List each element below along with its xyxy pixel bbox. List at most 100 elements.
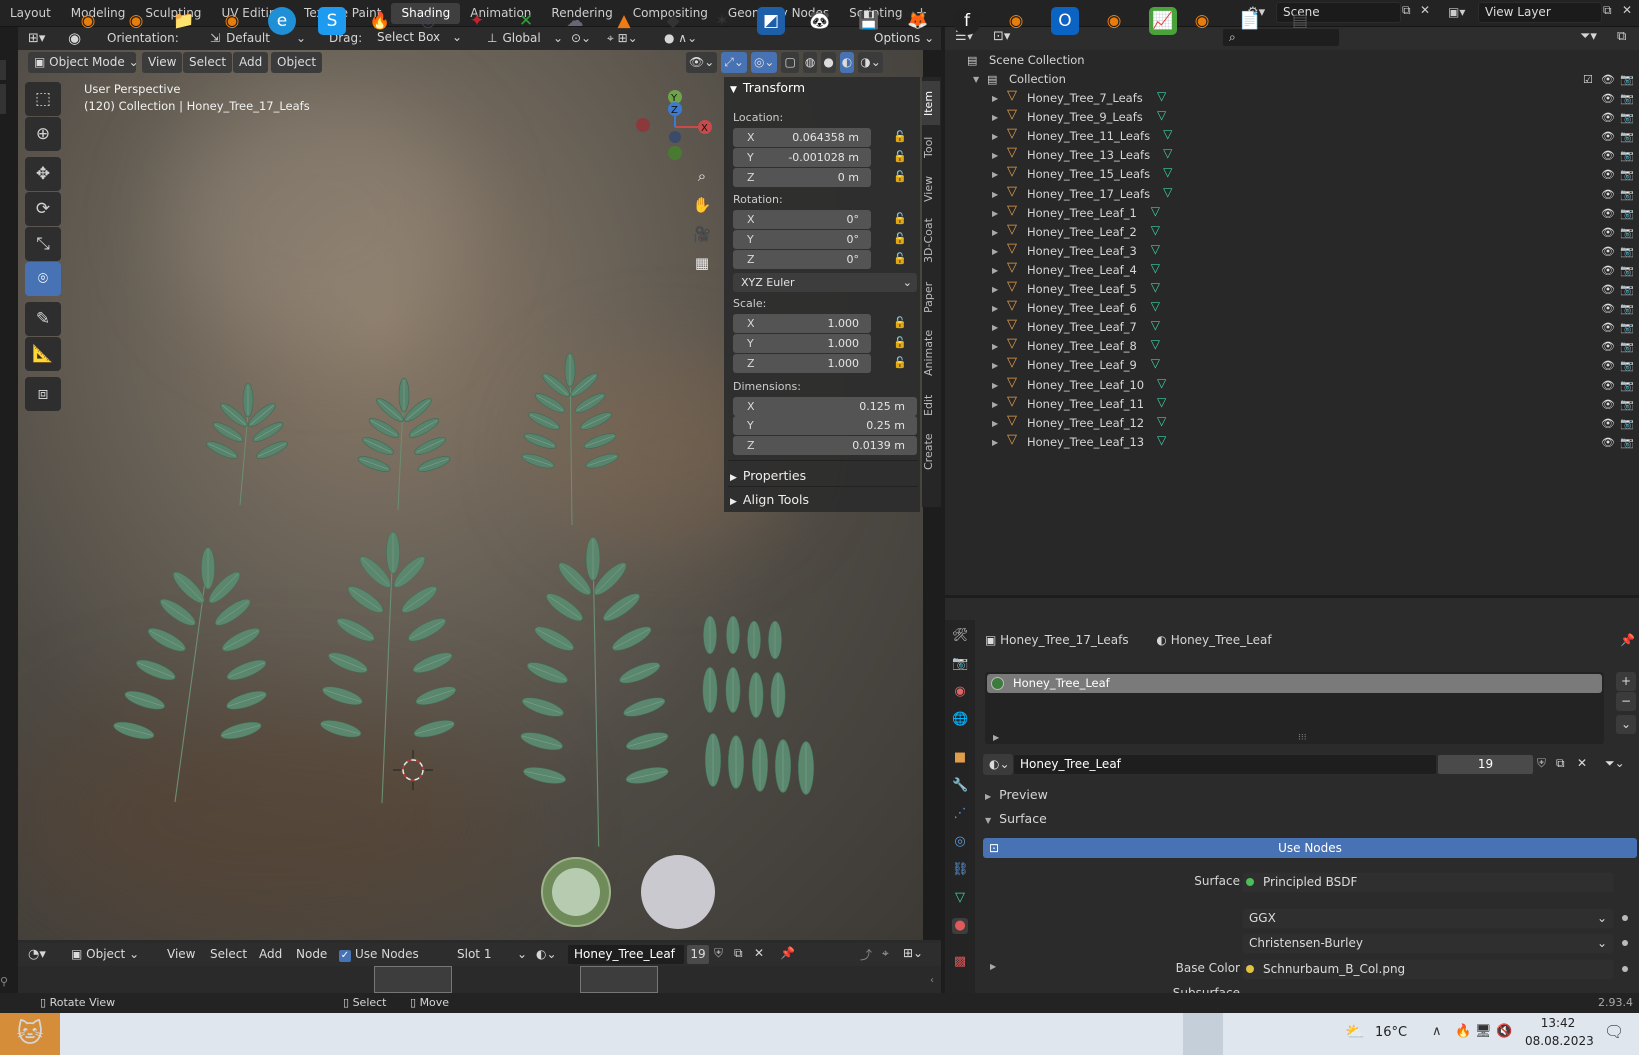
dimensions-x-field[interactable]: X 0.125 m — [733, 397, 917, 416]
unlink-material-icon[interactable]: ✕ — [1577, 756, 1595, 770]
tool-settings-icon[interactable]: 🛠 — [952, 628, 969, 644]
remove-slot-button[interactable]: − — [1616, 692, 1636, 711]
file-explorer-icon[interactable]: 📁 — [170, 7, 198, 35]
camera-icon[interactable]: 📷 — [1620, 185, 1634, 204]
lock-icon[interactable]: 🔓 — [893, 213, 907, 225]
collection-row[interactable]: ▼ ▤ Collection ☑ 👁 📷 — [945, 70, 1639, 89]
notifications-icon[interactable]: 🗨 — [1604, 1022, 1624, 1041]
eye-icon[interactable]: 👁 — [1601, 204, 1615, 223]
tab-create[interactable]: Create — [922, 427, 940, 477]
chevron-down-icon[interactable]: ▼ — [973, 70, 979, 89]
scale-y-field[interactable]: Y 1.000 — [733, 334, 871, 353]
collection-checkbox[interactable]: ☑ — [1583, 70, 1593, 89]
delete-view-layer-icon[interactable]: ✕ — [1622, 3, 1636, 21]
outliner-row[interactable]: ▶ ▽ Honey_Tree_Leaf_4 ▽ 👁 📷 — [945, 260, 1639, 280]
node-material-name-field[interactable]: Honey_Tree_Leaf — [567, 944, 685, 965]
outliner-row[interactable]: ▶ ▽ Honey_Tree_11_Leafs ▽ 👁 📷 — [945, 127, 1639, 146]
chevron-right-icon[interactable]: ▶ — [992, 299, 998, 318]
outliner-row[interactable]: ▶ ▽ Honey_Tree_13_Leafs ▽ 👁 📷 — [945, 146, 1639, 165]
rotation-x-field[interactable]: X 0° — [733, 210, 871, 229]
add-cube-tool-icon[interactable]: ⧈ — [25, 377, 61, 411]
preview-panel-header[interactable]: ▶ Preview — [985, 787, 1048, 802]
annotate-tool-icon[interactable]: ✎ — [25, 302, 61, 336]
wireframe-shading-icon[interactable]: ◍ — [802, 52, 818, 73]
gizmo-toggle-icon[interactable]: ⤢⌄ — [721, 52, 747, 73]
volume-muted-icon[interactable]: 🔇 — [1496, 1024, 1512, 1039]
app-bug-icon[interactable]: ✶ — [708, 7, 736, 35]
camera-icon[interactable]: 📷 — [1620, 356, 1634, 375]
mesh-data-icon[interactable]: ▽ — [1155, 414, 1169, 428]
pin-icon[interactable]: 📌 — [780, 946, 795, 960]
mesh-data-icon[interactable]: ▽ — [952, 890, 968, 906]
outlook-icon[interactable]: O — [1051, 7, 1079, 35]
filter-icon[interactable]: ⏷▾ — [1580, 29, 1610, 48]
use-nodes-toggle[interactable]: ✓ Use Nodes — [339, 944, 419, 965]
browse-material-icon[interactable]: ◐⌄ — [536, 944, 564, 965]
zoom-icon[interactable]: ⌕ — [690, 167, 714, 191]
firefox-icon[interactable]: 🦊 — [904, 7, 932, 35]
chevron-right-icon[interactable]: ▶ — [992, 108, 998, 127]
mesh-data-icon[interactable]: ▽ — [1148, 356, 1162, 370]
euler-mode-dropdown[interactable]: XYZ Euler ⌄ — [733, 273, 917, 292]
chevron-right-icon[interactable]: ▶ — [993, 733, 999, 742]
constraints-icon[interactable]: ⛓ — [952, 862, 969, 878]
lock-icon[interactable]: 🔓 — [893, 357, 907, 369]
blender-icon[interactable]: ◉ — [122, 7, 150, 35]
eye-icon[interactable]: 👁 — [1601, 395, 1615, 414]
camera-icon[interactable]: 📷 — [1620, 433, 1634, 452]
overlay-toggle-icon[interactable]: ◎⌄ — [750, 52, 778, 73]
app-chart-icon[interactable]: 📈 — [1149, 7, 1177, 35]
outliner-row[interactable]: ▶ ▽ Honey_Tree_Leaf_13 ▽ 👁 📷 — [945, 432, 1639, 452]
eye-icon[interactable]: 👁 — [1601, 127, 1615, 146]
mesh-data-icon[interactable]: ▽ — [1148, 280, 1162, 294]
outliner-row[interactable]: ▶ ▽ Honey_Tree_Leaf_1 ▽ 👁 📷 — [945, 203, 1639, 223]
chevron-right-icon[interactable]: ▶ — [992, 318, 998, 337]
transform-tool-icon[interactable]: ⌾ — [25, 262, 61, 296]
base-color-texture-field[interactable]: Schnurbaum_B_Col.png — [1242, 959, 1614, 980]
eye-icon[interactable]: 👁 — [1601, 356, 1615, 375]
chevron-right-icon[interactable]: ▶ — [992, 261, 998, 280]
lock-icon[interactable]: 🔓 — [893, 171, 907, 183]
chevron-right-icon[interactable]: ▶ — [992, 146, 998, 165]
node-menu-view[interactable]: View — [161, 944, 202, 965]
dimensions-y-field[interactable]: Y 0.25 m — [733, 416, 917, 435]
scene-collection-row[interactable]: ▤ Scene Collection — [945, 51, 1639, 70]
app-red-icon[interactable]: ✦ — [463, 7, 491, 35]
slot-specials-button[interactable]: ⌄ — [1616, 715, 1636, 734]
camera-icon[interactable]: 📷 — [1620, 127, 1634, 146]
camera-icon[interactable]: 📷 — [1620, 204, 1634, 223]
chevron-right-icon[interactable]: ▶ — [992, 185, 998, 204]
outliner-row[interactable]: ▶ ▽ Honey_Tree_Leaf_5 ▽ 👁 📷 — [945, 280, 1639, 299]
pan-hand-icon[interactable]: ✋ — [690, 196, 714, 220]
solid-shading-icon[interactable]: ● — [821, 52, 836, 73]
chevron-right-icon[interactable]: ▶ — [992, 280, 998, 299]
eye-icon[interactable]: 👁 — [1601, 108, 1615, 127]
camera-icon[interactable]: 📷 — [1620, 299, 1634, 318]
workspace-tab-layout[interactable]: Layout — [0, 3, 61, 24]
material-icon[interactable]: ● — [952, 918, 968, 934]
slot-dropdown[interactable]: Slot 1 ⌄ — [451, 944, 531, 965]
eye-icon[interactable]: 👁 — [1601, 146, 1615, 165]
browse-material-button[interactable]: ◐⌄ — [983, 754, 1013, 775]
app-box-icon[interactable]: ▤ — [1286, 7, 1314, 35]
node-menu-node[interactable]: Node — [290, 944, 334, 965]
editor-type-icon[interactable]: ⊞▾ — [28, 28, 58, 49]
menu-view[interactable]: View — [142, 52, 183, 73]
eye-icon[interactable]: 👁 — [1601, 223, 1615, 242]
blender-icon[interactable]: ◉ — [74, 7, 102, 35]
duplicate-material-icon[interactable]: ⧉ — [734, 946, 743, 961]
parent-node-tree-icon[interactable]: ⤴ — [860, 946, 872, 963]
camera-icon[interactable]: 📷 — [1620, 146, 1634, 165]
tab-edit[interactable]: Edit — [922, 385, 940, 425]
distribution-dropdown[interactable]: GGX ⌄ — [1242, 908, 1614, 929]
material-name-field[interactable]: Honey_Tree_Leaf — [1013, 754, 1437, 775]
mesh-data-icon[interactable]: ▽ — [1161, 185, 1175, 199]
chevron-right-icon[interactable]: ▶ — [992, 337, 998, 356]
mesh-data-icon[interactable]: ▽ — [1161, 127, 1175, 141]
navigation-gizmo[interactable]: Y Z X — [628, 85, 728, 175]
new-view-layer-icon[interactable]: ⧉ — [1603, 3, 1619, 21]
snap-mode-icon[interactable]: ⊞⌄ — [903, 946, 923, 960]
outliner-row[interactable]: ▶ ▽ Honey_Tree_17_Leafs ▽ 👁 📷 — [945, 184, 1639, 204]
mesh-data-icon[interactable]: ▽ — [1155, 376, 1169, 390]
app-green-x-icon[interactable]: ✕ — [512, 7, 540, 35]
